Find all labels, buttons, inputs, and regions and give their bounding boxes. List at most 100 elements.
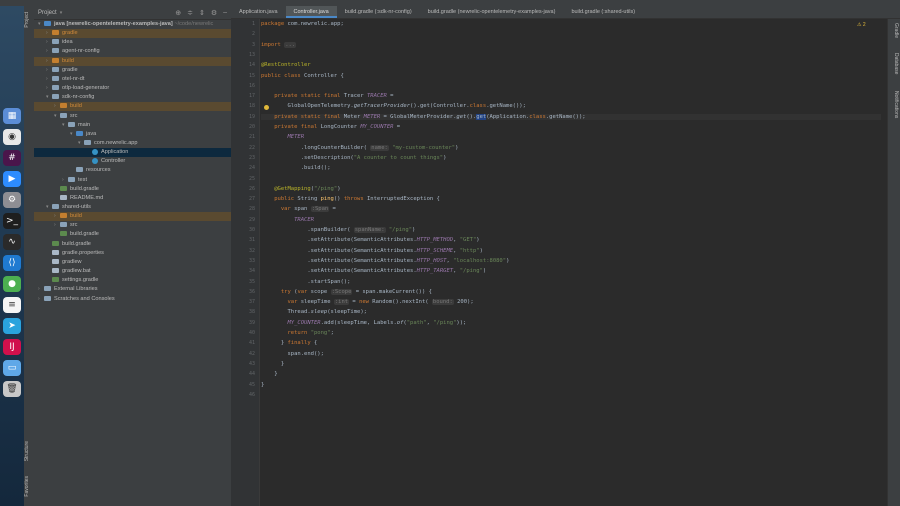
code-line[interactable]: .startSpan(); bbox=[261, 279, 881, 285]
intellij-icon[interactable]: IJ bbox=[3, 339, 21, 355]
tree-item[interactable]: gradlew.bat bbox=[34, 267, 231, 276]
tree-item[interactable]: build.gradle bbox=[34, 230, 231, 239]
inspection-warnings-badge[interactable]: ⚠ 2 bbox=[857, 22, 866, 28]
zoom-icon[interactable]: ▶ bbox=[3, 171, 21, 187]
tree-item-label: src bbox=[70, 112, 78, 119]
tree-item[interactable]: › agent-nr-config bbox=[34, 47, 231, 56]
code-editor[interactable]: 1 2 3 13 14 15 16 17 18 19 20 21 22 23 24 25 26 27 28 29 30 3… bbox=[231, 19, 887, 506]
editor-tab[interactable]: build.gradle (newrelic-opentelemetry-exa… bbox=[420, 6, 564, 18]
tree-item[interactable]: Controller bbox=[34, 157, 231, 166]
tool-tab-gradle[interactable]: Gradle bbox=[890, 23, 899, 38]
code-line[interactable]: } finally { bbox=[261, 340, 881, 346]
code-line[interactable]: .build(); bbox=[261, 165, 881, 171]
chevron-down-icon[interactable]: ▾ bbox=[60, 10, 63, 16]
code-line[interactable]: @RestController bbox=[261, 62, 881, 68]
code-line[interactable]: } bbox=[261, 361, 881, 367]
tool-tab-project[interactable]: Project bbox=[24, 12, 34, 28]
finder-folder-icon[interactable]: ▭ bbox=[3, 360, 21, 376]
code-line[interactable]: .longCounterBuilder( name: "my-custom-co… bbox=[261, 144, 881, 151]
notes-icon[interactable]: ≡ bbox=[3, 297, 21, 313]
tree-item[interactable]: › build bbox=[34, 102, 231, 112]
code-line[interactable]: public class Controller { bbox=[261, 73, 881, 79]
tree-item[interactable]: › gradle bbox=[34, 29, 231, 39]
tree-item[interactable]: Application bbox=[34, 148, 231, 158]
code-line[interactable]: private static final Meter METER = Globa… bbox=[261, 113, 881, 120]
code-line[interactable]: package com.newrelic.app; bbox=[261, 21, 881, 27]
tree-item[interactable]: › otel-nr-dt bbox=[34, 75, 231, 84]
tree-item[interactable]: › test bbox=[34, 176, 231, 185]
tree-item[interactable]: gradlew bbox=[34, 258, 231, 267]
code-line[interactable]: TRACER bbox=[261, 217, 881, 223]
hide-icon[interactable]: – bbox=[223, 9, 227, 17]
code-line[interactable]: @GetMapping("/ping") bbox=[261, 186, 881, 192]
code-line[interactable]: .setDescription("A counter to count thin… bbox=[261, 155, 881, 161]
editor-tab[interactable]: Controller.java bbox=[285, 6, 337, 18]
code-line[interactable]: .setAttribute(SemanticAttributes.HTTP_ME… bbox=[261, 237, 881, 243]
tree-item[interactable]: build.gradle bbox=[34, 240, 231, 249]
editor-tab[interactable]: build.gradle (:sdk-nr-config) bbox=[337, 6, 420, 18]
tree-item[interactable]: ▾ com.newrelic.app bbox=[34, 139, 231, 148]
tool-tab-notifications[interactable]: Notifications bbox=[890, 91, 899, 118]
code-line[interactable]: } bbox=[261, 371, 881, 377]
tree-item[interactable]: › build bbox=[34, 212, 231, 222]
tree-item[interactable]: ▾ shared-utils bbox=[34, 203, 231, 212]
line-gutter[interactable]: 1 2 3 13 14 15 16 17 18 19 20 21 22 23 24 25 26 27 28 29 30 3… bbox=[231, 19, 260, 506]
code-line[interactable]: public String ping() throws InterruptedE… bbox=[261, 196, 881, 202]
tree-item[interactable]: › src bbox=[34, 221, 231, 230]
tool-tab-database[interactable]: Database bbox=[890, 53, 899, 74]
code-line[interactable]: GlobalOpenTelemetry.getTracerProvider().… bbox=[261, 103, 881, 109]
vscode-icon[interactable]: ⟨⟩ bbox=[3, 255, 21, 271]
tree-item[interactable]: › gradle bbox=[34, 66, 231, 75]
tool-tab-favorites[interactable]: Favorites bbox=[24, 476, 34, 497]
code-line[interactable]: METER bbox=[261, 134, 881, 140]
tree-item[interactable]: README.md bbox=[34, 194, 231, 203]
chrome-icon[interactable]: ◉ bbox=[3, 129, 21, 145]
tree-item[interactable]: › External Libraries bbox=[34, 285, 231, 294]
code-line[interactable]: .setAttribute(SemanticAttributes.HTTP_HO… bbox=[261, 258, 881, 264]
editor-tab[interactable]: Application.java bbox=[231, 6, 286, 18]
tree-item[interactable]: gradle.properties bbox=[34, 249, 231, 258]
code-line[interactable]: private final LongCounter MY_COUNTER = bbox=[261, 124, 881, 130]
trash-icon[interactable]: 🗑 bbox=[3, 381, 21, 397]
gear-icon[interactable]: ⚙ bbox=[211, 9, 217, 17]
code-line[interactable]: .setAttribute(SemanticAttributes.HTTP_TA… bbox=[261, 268, 881, 274]
expand-icon[interactable]: ⇕ bbox=[199, 9, 205, 17]
launchpad-icon[interactable]: ▦ bbox=[3, 108, 21, 124]
tree-item[interactable]: ▾ sdk-nr-config bbox=[34, 93, 231, 102]
tree-item[interactable]: ▾ main bbox=[34, 121, 231, 130]
code-line[interactable]: var span :Span = bbox=[261, 206, 881, 213]
tree-item[interactable]: ▾ java [newrelic-opentelemetry-examples-j… bbox=[34, 20, 231, 29]
code-line[interactable]: var sleepTime :int = new Random().nextIn… bbox=[261, 299, 881, 306]
tree-item[interactable]: › idea bbox=[34, 38, 231, 47]
system-preferences-icon[interactable]: ⚙ bbox=[3, 192, 21, 208]
tree-item[interactable]: ▾ java bbox=[34, 130, 231, 139]
tree-item[interactable]: › Scratches and Consoles bbox=[34, 295, 231, 304]
code-line[interactable]: MY_COUNTER.add(sleepTime, Labels.of("pat… bbox=[261, 320, 881, 326]
slack-icon[interactable]: # bbox=[3, 150, 21, 166]
tree-item[interactable]: settings.gradle bbox=[34, 276, 231, 285]
tool-tab-structure[interactable]: Structure bbox=[24, 441, 34, 461]
activity-monitor-icon[interactable]: ∿ bbox=[3, 234, 21, 250]
telegram-icon[interactable]: ➤ bbox=[3, 318, 21, 334]
tree-item[interactable]: › otlp-load-generator bbox=[34, 84, 231, 93]
code-line[interactable]: private static final Tracer TRACER = bbox=[261, 93, 881, 99]
code-line[interactable]: span.end(); bbox=[261, 351, 881, 357]
code-line[interactable]: } bbox=[261, 382, 881, 388]
tree-item[interactable]: › build bbox=[34, 56, 231, 66]
code-line[interactable]: return "pong"; bbox=[261, 330, 881, 336]
code-line[interactable]: Thread.sleep(sleepTime); bbox=[261, 309, 881, 315]
tree-item[interactable]: ▾ src bbox=[34, 112, 231, 121]
code-line[interactable]: import ... bbox=[261, 41, 881, 48]
locate-icon[interactable]: ⊕ bbox=[175, 9, 181, 17]
code-line[interactable]: .spanBuilder( spanName: "/ping") bbox=[261, 227, 881, 233]
editor-tab[interactable]: build.gradle (:shared-utils) bbox=[563, 6, 643, 18]
project-view-selector[interactable]: Project bbox=[38, 10, 57, 16]
tree-item[interactable]: resources bbox=[34, 166, 231, 175]
tree-item[interactable]: build.gradle bbox=[34, 185, 231, 194]
terminal-icon[interactable]: >_ bbox=[3, 213, 21, 229]
code-line[interactable]: try (var scope :Scope = span.makeCurrent… bbox=[261, 288, 881, 295]
app-green-icon[interactable]: ● bbox=[3, 276, 21, 292]
collapse-all-icon[interactable]: ≑ bbox=[187, 9, 193, 17]
lightbulb-icon[interactable] bbox=[264, 105, 269, 111]
code-line[interactable]: .setAttribute(SemanticAttributes.HTTP_SC… bbox=[261, 248, 881, 254]
